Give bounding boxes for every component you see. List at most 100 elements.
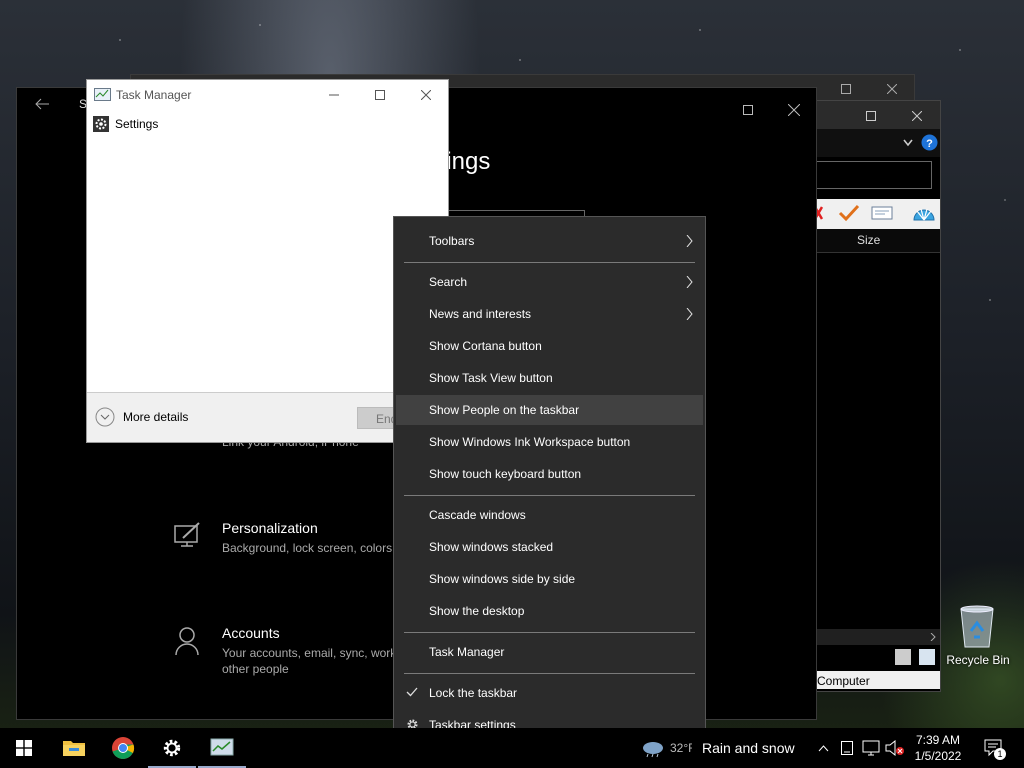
status-computer: Computer bbox=[815, 671, 940, 689]
menu-item-label: Show Cortana button bbox=[429, 339, 542, 353]
end-task-button[interactable]: End bbox=[357, 407, 397, 429]
explorer-toolbar bbox=[815, 199, 940, 229]
maximize-button[interactable] bbox=[357, 80, 403, 110]
menu-item-label: Show touch keyboard button bbox=[429, 467, 582, 481]
column-size-header[interactable]: Size bbox=[857, 233, 880, 247]
menu-item-show-touch-keyboard[interactable]: Show touch keyboard button bbox=[396, 459, 703, 489]
shell-icon[interactable] bbox=[911, 202, 937, 226]
menu-item-show-people[interactable]: Show People on the taskbar bbox=[396, 395, 703, 425]
settings-icon bbox=[163, 739, 181, 757]
menu-item-label: Search bbox=[429, 275, 468, 289]
large-icons-view-icon[interactable] bbox=[919, 649, 935, 665]
taskbar-context-menu: Toolbars Search News and interests Show … bbox=[393, 216, 706, 750]
menu-item-task-manager[interactable]: Task Manager bbox=[396, 637, 703, 667]
close-button[interactable] bbox=[771, 94, 817, 126]
category-title: Accounts bbox=[222, 625, 280, 641]
maximize-button[interactable] bbox=[725, 94, 771, 126]
more-details-label: More details bbox=[123, 410, 189, 424]
file-explorer-icon bbox=[63, 741, 85, 756]
start-button[interactable] bbox=[0, 728, 48, 768]
scroll-right-icon[interactable] bbox=[930, 633, 936, 641]
menu-item-news-and-interests[interactable]: News and interests bbox=[396, 299, 703, 329]
taskbar-chrome[interactable] bbox=[99, 728, 147, 768]
gear-icon bbox=[93, 116, 109, 132]
more-details-button[interactable]: More details bbox=[95, 407, 188, 427]
details-view-icon[interactable] bbox=[895, 649, 911, 665]
menu-item-label: Lock the taskbar bbox=[429, 686, 518, 700]
menu-item-show-windows-stacked[interactable]: Show windows stacked bbox=[396, 532, 703, 562]
menu-item-lock-taskbar[interactable]: Lock the taskbar bbox=[396, 678, 703, 708]
start-icon bbox=[16, 740, 32, 756]
minimize-icon bbox=[329, 94, 339, 96]
explorer-address-bar[interactable]: ? bbox=[815, 129, 940, 157]
explorer-window[interactable]: ? Size Computer bbox=[810, 100, 941, 692]
category-desc: Your accounts, email, sync, work, other … bbox=[222, 646, 400, 676]
taskbar-file-explorer[interactable] bbox=[50, 728, 98, 768]
notification-count-badge: 1 bbox=[994, 748, 1006, 760]
menu-item-label: Show windows side by side bbox=[429, 572, 576, 586]
help-icon[interactable]: ? bbox=[921, 134, 938, 151]
menu-separator bbox=[404, 262, 695, 263]
close-icon bbox=[788, 104, 800, 116]
weather-text: Rain and snow bbox=[702, 740, 795, 756]
weather-widget[interactable]: 32°F Rain and snow bbox=[642, 728, 795, 768]
taskbar-settings[interactable] bbox=[148, 728, 196, 768]
explorer-column-header: Size bbox=[815, 229, 940, 253]
chevron-right-icon bbox=[686, 235, 693, 247]
close-button[interactable] bbox=[894, 101, 939, 131]
action-center-button[interactable]: 1 bbox=[982, 728, 1006, 768]
maximize-button[interactable] bbox=[823, 75, 869, 103]
menu-item-label: Show windows stacked bbox=[429, 540, 554, 554]
show-hidden-icons-button[interactable] bbox=[813, 728, 833, 768]
menu-item-label: Show Task View button bbox=[429, 371, 553, 385]
menu-item-show-ink-workspace[interactable]: Show Windows Ink Workspace button bbox=[396, 427, 703, 457]
recycle-bin-shortcut[interactable]: Recycle Bin bbox=[938, 600, 1018, 672]
tablet-icon bbox=[841, 741, 853, 755]
volume-muted-icon bbox=[885, 740, 904, 756]
menu-item-label: Toolbars bbox=[429, 234, 475, 248]
menu-item-show-windows-side-by-side[interactable]: Show windows side by side bbox=[396, 564, 703, 594]
menu-item-toolbars[interactable]: Toolbars bbox=[396, 226, 703, 256]
menu-item-show-cortana-button[interactable]: Show Cortana button bbox=[396, 331, 703, 361]
close-icon bbox=[887, 84, 897, 94]
menu-item-show-desktop[interactable]: Show the desktop bbox=[396, 596, 703, 626]
taskbar-task-manager[interactable] bbox=[198, 728, 246, 768]
menu-item-label: News and interests bbox=[429, 307, 532, 321]
menu-item-search[interactable]: Search bbox=[396, 267, 703, 297]
weather-temp: 32°F bbox=[670, 741, 692, 755]
menu-item-label: Cascade windows bbox=[429, 508, 526, 522]
clock[interactable]: 7:39 AM 1/5/2022 bbox=[906, 732, 970, 764]
menu-item-label: Show Windows Ink Workspace button bbox=[429, 435, 631, 449]
close-icon bbox=[911, 111, 922, 121]
menu-item-label: Task Manager bbox=[429, 645, 505, 659]
back-arrow-icon[interactable] bbox=[35, 98, 49, 110]
maximize-button[interactable] bbox=[848, 101, 893, 131]
network-button[interactable] bbox=[860, 728, 882, 768]
chevron-down-icon[interactable] bbox=[903, 139, 913, 147]
volume-button[interactable] bbox=[884, 728, 906, 768]
explorer-search-field[interactable] bbox=[815, 161, 932, 189]
menu-separator bbox=[404, 673, 695, 674]
window-title: Task Manager bbox=[116, 88, 192, 102]
recycle-bin-icon bbox=[960, 605, 994, 648]
checkmark-icon[interactable] bbox=[838, 204, 860, 222]
tray-device-button[interactable] bbox=[838, 728, 856, 768]
menu-item-cascade-windows[interactable]: Cascade windows bbox=[396, 500, 703, 530]
close-button[interactable] bbox=[869, 75, 915, 103]
svg-text:?: ? bbox=[926, 138, 933, 150]
close-icon bbox=[421, 90, 431, 100]
recycle-bin-label: Recycle Bin bbox=[946, 653, 1010, 667]
task-manager-titlebar[interactable]: Task Manager bbox=[87, 80, 448, 110]
envelope-icon[interactable] bbox=[871, 206, 893, 220]
close-button[interactable] bbox=[403, 80, 449, 110]
menu-item-show-task-view-button[interactable]: Show Task View button bbox=[396, 363, 703, 393]
chrome-icon bbox=[112, 737, 135, 759]
menu-separator bbox=[404, 495, 695, 496]
minimize-button[interactable] bbox=[311, 80, 357, 110]
process-row-settings[interactable]: Settings bbox=[93, 114, 158, 134]
explorer-view-buttons bbox=[815, 647, 940, 667]
task-manager-icon bbox=[210, 738, 234, 756]
menu-item-label: Show the desktop bbox=[429, 604, 525, 618]
horizontal-scrollbar[interactable] bbox=[815, 629, 940, 645]
chevron-up-icon bbox=[818, 744, 828, 751]
